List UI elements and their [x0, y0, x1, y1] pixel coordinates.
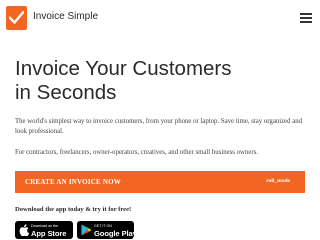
- title-line-2: in Seconds: [15, 81, 117, 104]
- google-play-small-text: GET IT ON: [94, 224, 112, 228]
- app-store-small-text: Download on the: [31, 224, 58, 228]
- google-play-button[interactable]: GET IT ON Google Play: [77, 221, 137, 239]
- logo-text[interactable]: Invoice Simple: [33, 11, 98, 22]
- hamburger-menu-icon[interactable]: [300, 12, 312, 23]
- page-title: Invoice Your Customers in Seconds: [15, 57, 310, 105]
- download-prompt: Download the app today & try it for free…: [15, 206, 132, 213]
- checkmark-icon: [9, 11, 24, 25]
- audience-text: For contractors, freelancers, owner-oper…: [15, 149, 258, 156]
- hero-description: The world's simplest way to invoice cust…: [15, 118, 303, 135]
- create-invoice-button[interactable]: CREATE AN INVOICE NOW roll_mode: [15, 171, 305, 193]
- app-store-big-text: App Store: [31, 229, 67, 238]
- logo-mark[interactable]: [6, 6, 27, 30]
- title-line-1: Invoice Your Customers: [15, 57, 232, 80]
- create-invoice-label: CREATE AN INVOICE NOW: [25, 178, 121, 186]
- site-header: Invoice Simple: [0, 0, 320, 36]
- apple-icon: [19, 224, 29, 236]
- roll-mode-tag: roll_mode: [266, 178, 290, 184]
- google-play-big-text: Google Play: [94, 229, 137, 238]
- google-play-icon: [81, 224, 92, 236]
- app-store-button[interactable]: Download on the App Store: [15, 221, 73, 239]
